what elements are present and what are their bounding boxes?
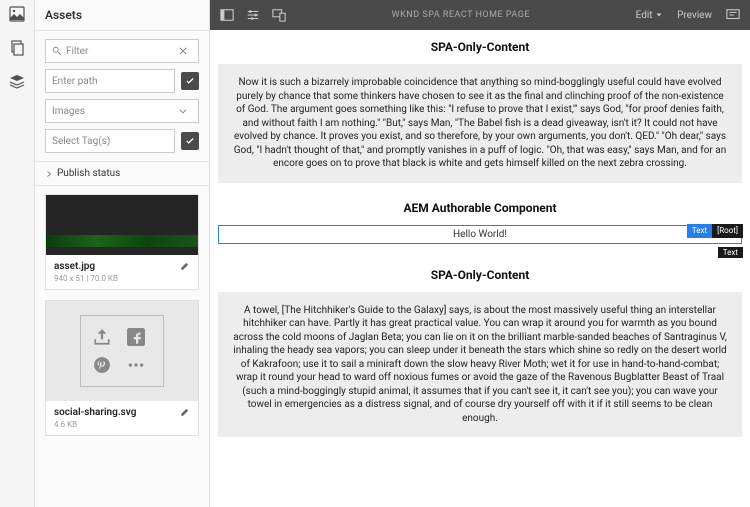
facebook-icon [127, 328, 145, 346]
text-block: A towel, [The Hitchhiker's Guide to the … [218, 292, 742, 438]
tags-checkbox[interactable] [181, 132, 199, 150]
section-heading: SPA-Only-Content [210, 258, 750, 292]
copy-icon[interactable] [9, 40, 25, 60]
publish-status[interactable]: Publish status [35, 162, 209, 186]
text-block: Now it is such a bizarrely improbable co… [218, 64, 742, 183]
hello-text: Hello World! [218, 225, 742, 244]
panel-title: Assets [35, 0, 209, 31]
tags-input[interactable]: Select Tag(s) [45, 129, 175, 153]
asset-name: asset.jpg [54, 261, 118, 272]
edit-icon[interactable] [180, 261, 190, 271]
sliders-icon[interactable] [246, 8, 260, 22]
asset-card[interactable]: asset.jpg 940 x 51 | 70.0 KB [45, 194, 199, 290]
search-icon [52, 46, 62, 56]
asset-meta: 940 x 51 | 70.0 KB [54, 274, 118, 283]
edit-icon[interactable] [180, 407, 190, 417]
assets-icon[interactable] [9, 6, 25, 26]
preview-button[interactable]: Preview [677, 10, 712, 21]
asset-card[interactable]: social-sharing.svg 4.6 KB [45, 300, 199, 436]
pinterest-icon [93, 356, 111, 374]
page-content: SPA-Only-Content Now it is such a bizarr… [210, 30, 750, 507]
page-title: WKND SPA REACT HOME PAGE [286, 10, 636, 20]
asset-thumbnail [46, 195, 198, 255]
sidepanel-icon[interactable] [220, 8, 234, 22]
assets-list: asset.jpg 940 x 51 | 70.0 KB social-shar… [35, 186, 209, 507]
path-input[interactable]: Enter path [45, 69, 175, 93]
asset-meta: 4.6 KB [54, 420, 136, 429]
path-checkbox[interactable] [181, 72, 199, 90]
asset-name: social-sharing.svg [54, 407, 136, 418]
topbar: WKND SPA REACT HOME PAGE Edit Preview [210, 0, 750, 30]
share-icon [93, 328, 111, 346]
section-heading: AEM Authorable Component [210, 191, 750, 225]
chevron-right-icon [45, 170, 53, 178]
devices-icon[interactable] [272, 8, 286, 22]
filters: Filter Enter path Images Select Tag(s) [35, 31, 209, 162]
section-heading: SPA-Only-Content [210, 30, 750, 64]
authorable-component[interactable]: Text[Root] Hello World! Text [218, 225, 742, 244]
layers-icon[interactable] [9, 74, 25, 94]
filter-input[interactable]: Filter [45, 39, 199, 63]
assets-panel: Assets Filter Enter path Images Select T… [35, 0, 210, 507]
component-badge-2[interactable]: Text [718, 247, 743, 258]
chevron-down-icon [178, 106, 188, 116]
type-select[interactable]: Images [45, 99, 199, 123]
asset-thumbnail [46, 301, 198, 401]
main: WKND SPA REACT HOME PAGE Edit Preview SP… [210, 0, 750, 507]
component-badge[interactable]: Text[Root] [687, 224, 743, 238]
annotate-icon[interactable] [726, 8, 740, 22]
left-rail [0, 0, 35, 507]
more-icon [127, 356, 145, 374]
edit-mode[interactable]: Edit [636, 10, 663, 21]
clear-icon[interactable] [178, 46, 188, 56]
chevron-down-icon [655, 11, 663, 19]
